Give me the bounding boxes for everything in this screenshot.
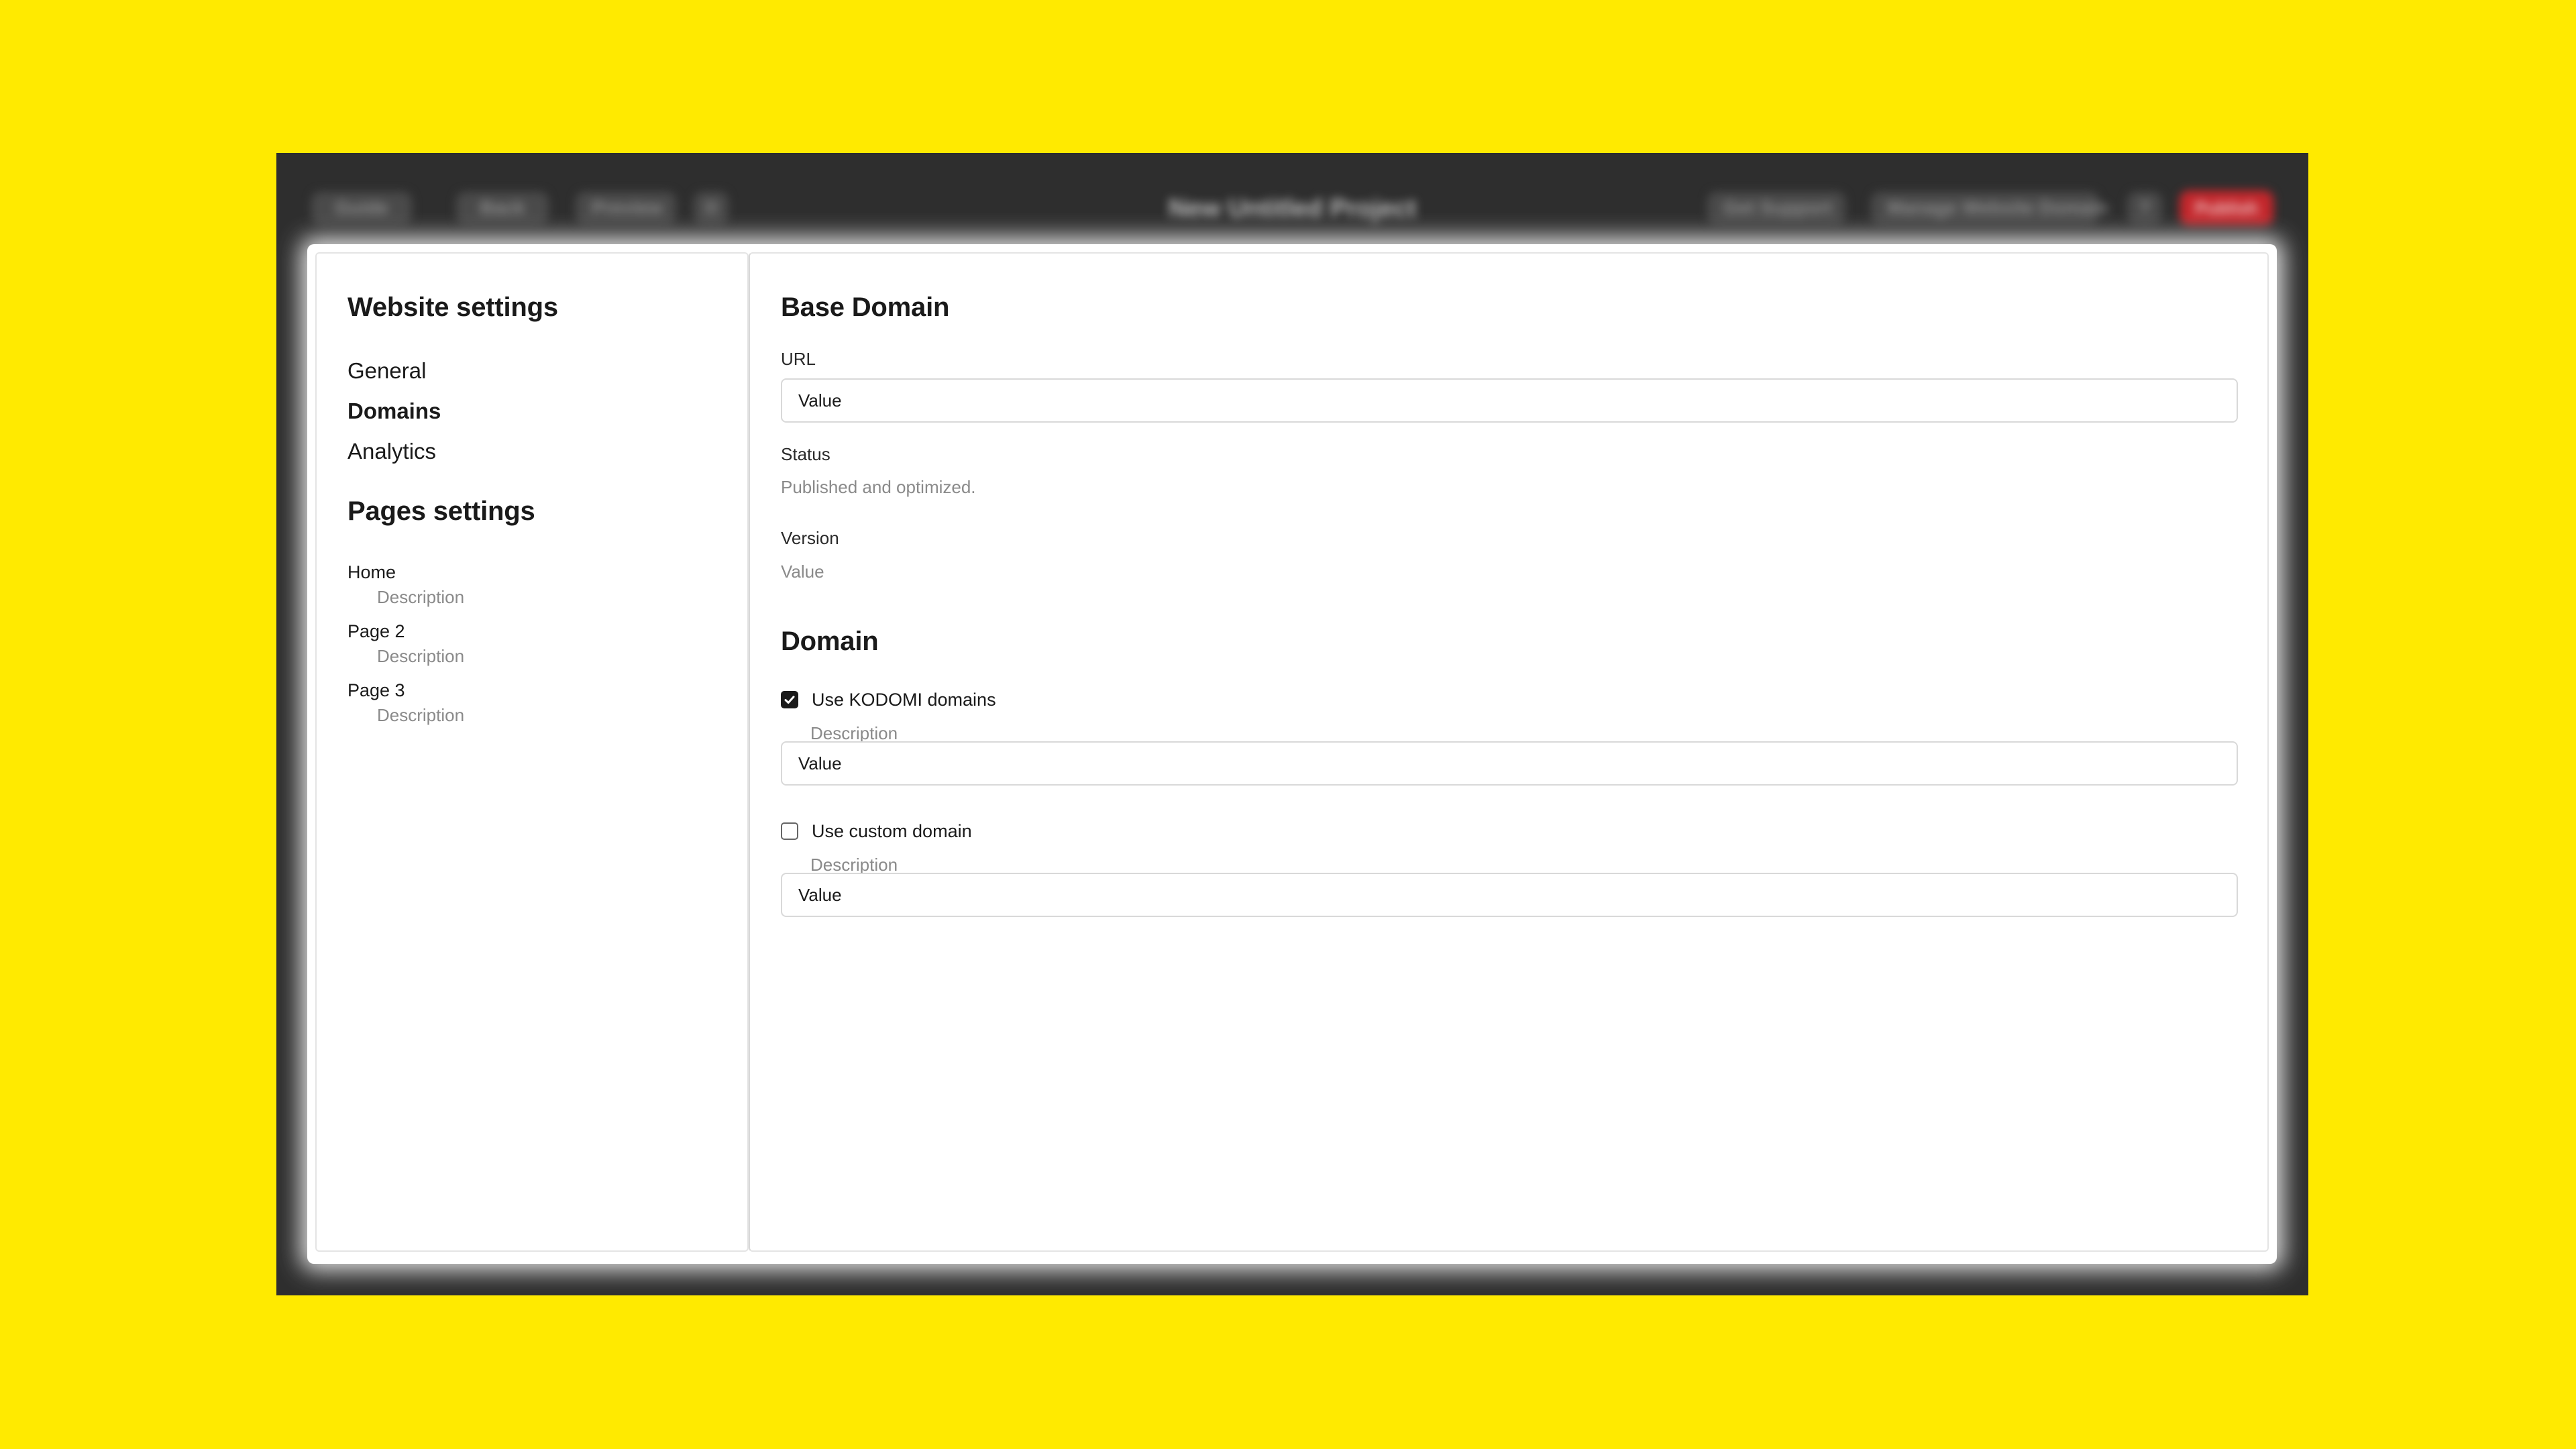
status-label: Status: [781, 444, 830, 464]
settings-sidebar: Website settings General Domains Analyti…: [315, 252, 749, 1252]
version-value: Value: [781, 561, 824, 582]
kodomi-domain-input[interactable]: [781, 741, 2238, 786]
url-label: URL: [781, 349, 816, 369]
manage-domain-button[interactable]: Manage Website Domain: [1871, 192, 2108, 224]
page-item-page-3[interactable]: Page 3: [347, 680, 405, 701]
custom-domain-input[interactable]: [781, 873, 2238, 917]
kodomi-checkbox-label[interactable]: Use KODOMI domains: [812, 690, 996, 710]
domain-heading: Domain: [781, 627, 879, 656]
settings-panel: Website settings General Domains Analyti…: [307, 244, 2277, 1264]
top-toolbar: Guide Back Preview ⚙ New Untitled Projec…: [276, 153, 2308, 244]
page-item-description: Description: [377, 705, 465, 725]
page-item-home[interactable]: Home: [347, 562, 396, 583]
pages-settings-heading: Pages settings: [347, 496, 535, 526]
custom-domain-checkbox-label[interactable]: Use custom domain: [812, 821, 972, 842]
sidebar-item-general[interactable]: General: [347, 358, 426, 384]
help-icon[interactable]: ?: [2127, 192, 2162, 224]
kodomi-domain-option[interactable]: Use KODOMI domains: [781, 690, 996, 710]
sidebar-item-analytics[interactable]: Analytics: [347, 439, 436, 464]
website-settings-heading: Website settings: [347, 292, 558, 322]
custom-domain-option[interactable]: Use custom domain: [781, 821, 972, 841]
url-input[interactable]: [781, 378, 2238, 423]
status-value: Published and optimized.: [781, 477, 976, 497]
kodomi-checkbox[interactable]: [781, 691, 798, 708]
publish-button[interactable]: Publish: [2180, 191, 2273, 225]
domain-settings-content: Base Domain URL Status Published and opt…: [749, 252, 2269, 1252]
checkmark-icon: [784, 696, 795, 704]
version-label: Version: [781, 528, 839, 548]
page-item-page-2[interactable]: Page 2: [347, 621, 405, 642]
sidebar-item-domains[interactable]: Domains: [347, 398, 441, 424]
page-item-description: Description: [377, 646, 465, 666]
custom-domain-checkbox[interactable]: [781, 822, 798, 840]
base-domain-heading: Base Domain: [781, 292, 950, 322]
support-button[interactable]: Get Support: [1707, 192, 1845, 224]
page-item-description: Description: [377, 587, 465, 607]
